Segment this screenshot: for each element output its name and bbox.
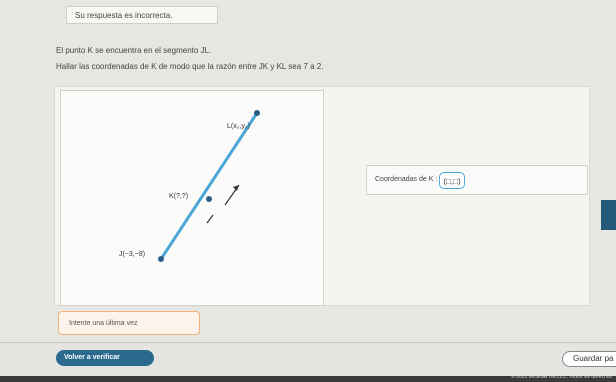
point-l-dot	[254, 110, 260, 116]
try-again-message: Intente una última vez	[58, 311, 200, 335]
point-j-label: J(−3,−8)	[119, 251, 146, 258]
segment-diagram	[158, 110, 260, 262]
answer-row: Coordenadas de K : (□,□)	[366, 165, 588, 195]
point-k-label: K(?,?)	[169, 193, 189, 200]
problem-instruction: Hallar las coordenadas de K de modo que …	[56, 62, 324, 71]
save-button[interactable]: Guardar pa	[562, 351, 616, 367]
feedback-text: Su respuesta es incorrecta.	[75, 11, 173, 20]
coordinate-input[interactable]: (□,□)	[439, 172, 465, 189]
point-j-dot	[158, 256, 164, 262]
arrow-down-icon	[206, 214, 214, 224]
copyright-text: © 2025 McGraw Hill LLC. Todos los derech…	[511, 374, 612, 380]
point-l-label: L(x₂,y₂)	[227, 123, 250, 130]
answer-label: Coordenadas de K :	[375, 176, 438, 183]
problem-statement: El punto K se encuentra en el segmento J…	[56, 46, 212, 55]
feedback-banner: Su respuesta es incorrecta.	[66, 6, 218, 24]
copyright-bar: © 2025 McGraw Hill LLC. Todos los derech…	[0, 374, 616, 382]
segment-jl	[159, 111, 259, 261]
point-k-dot	[206, 196, 212, 202]
side-tab[interactable]	[601, 200, 616, 230]
recheck-button[interactable]: Volver a verificar	[56, 350, 154, 366]
segment-figure: L(x₂,y₂) K(?,?) J(−3,−8)	[60, 90, 324, 306]
try-again-text: Intente una última vez	[69, 320, 138, 327]
